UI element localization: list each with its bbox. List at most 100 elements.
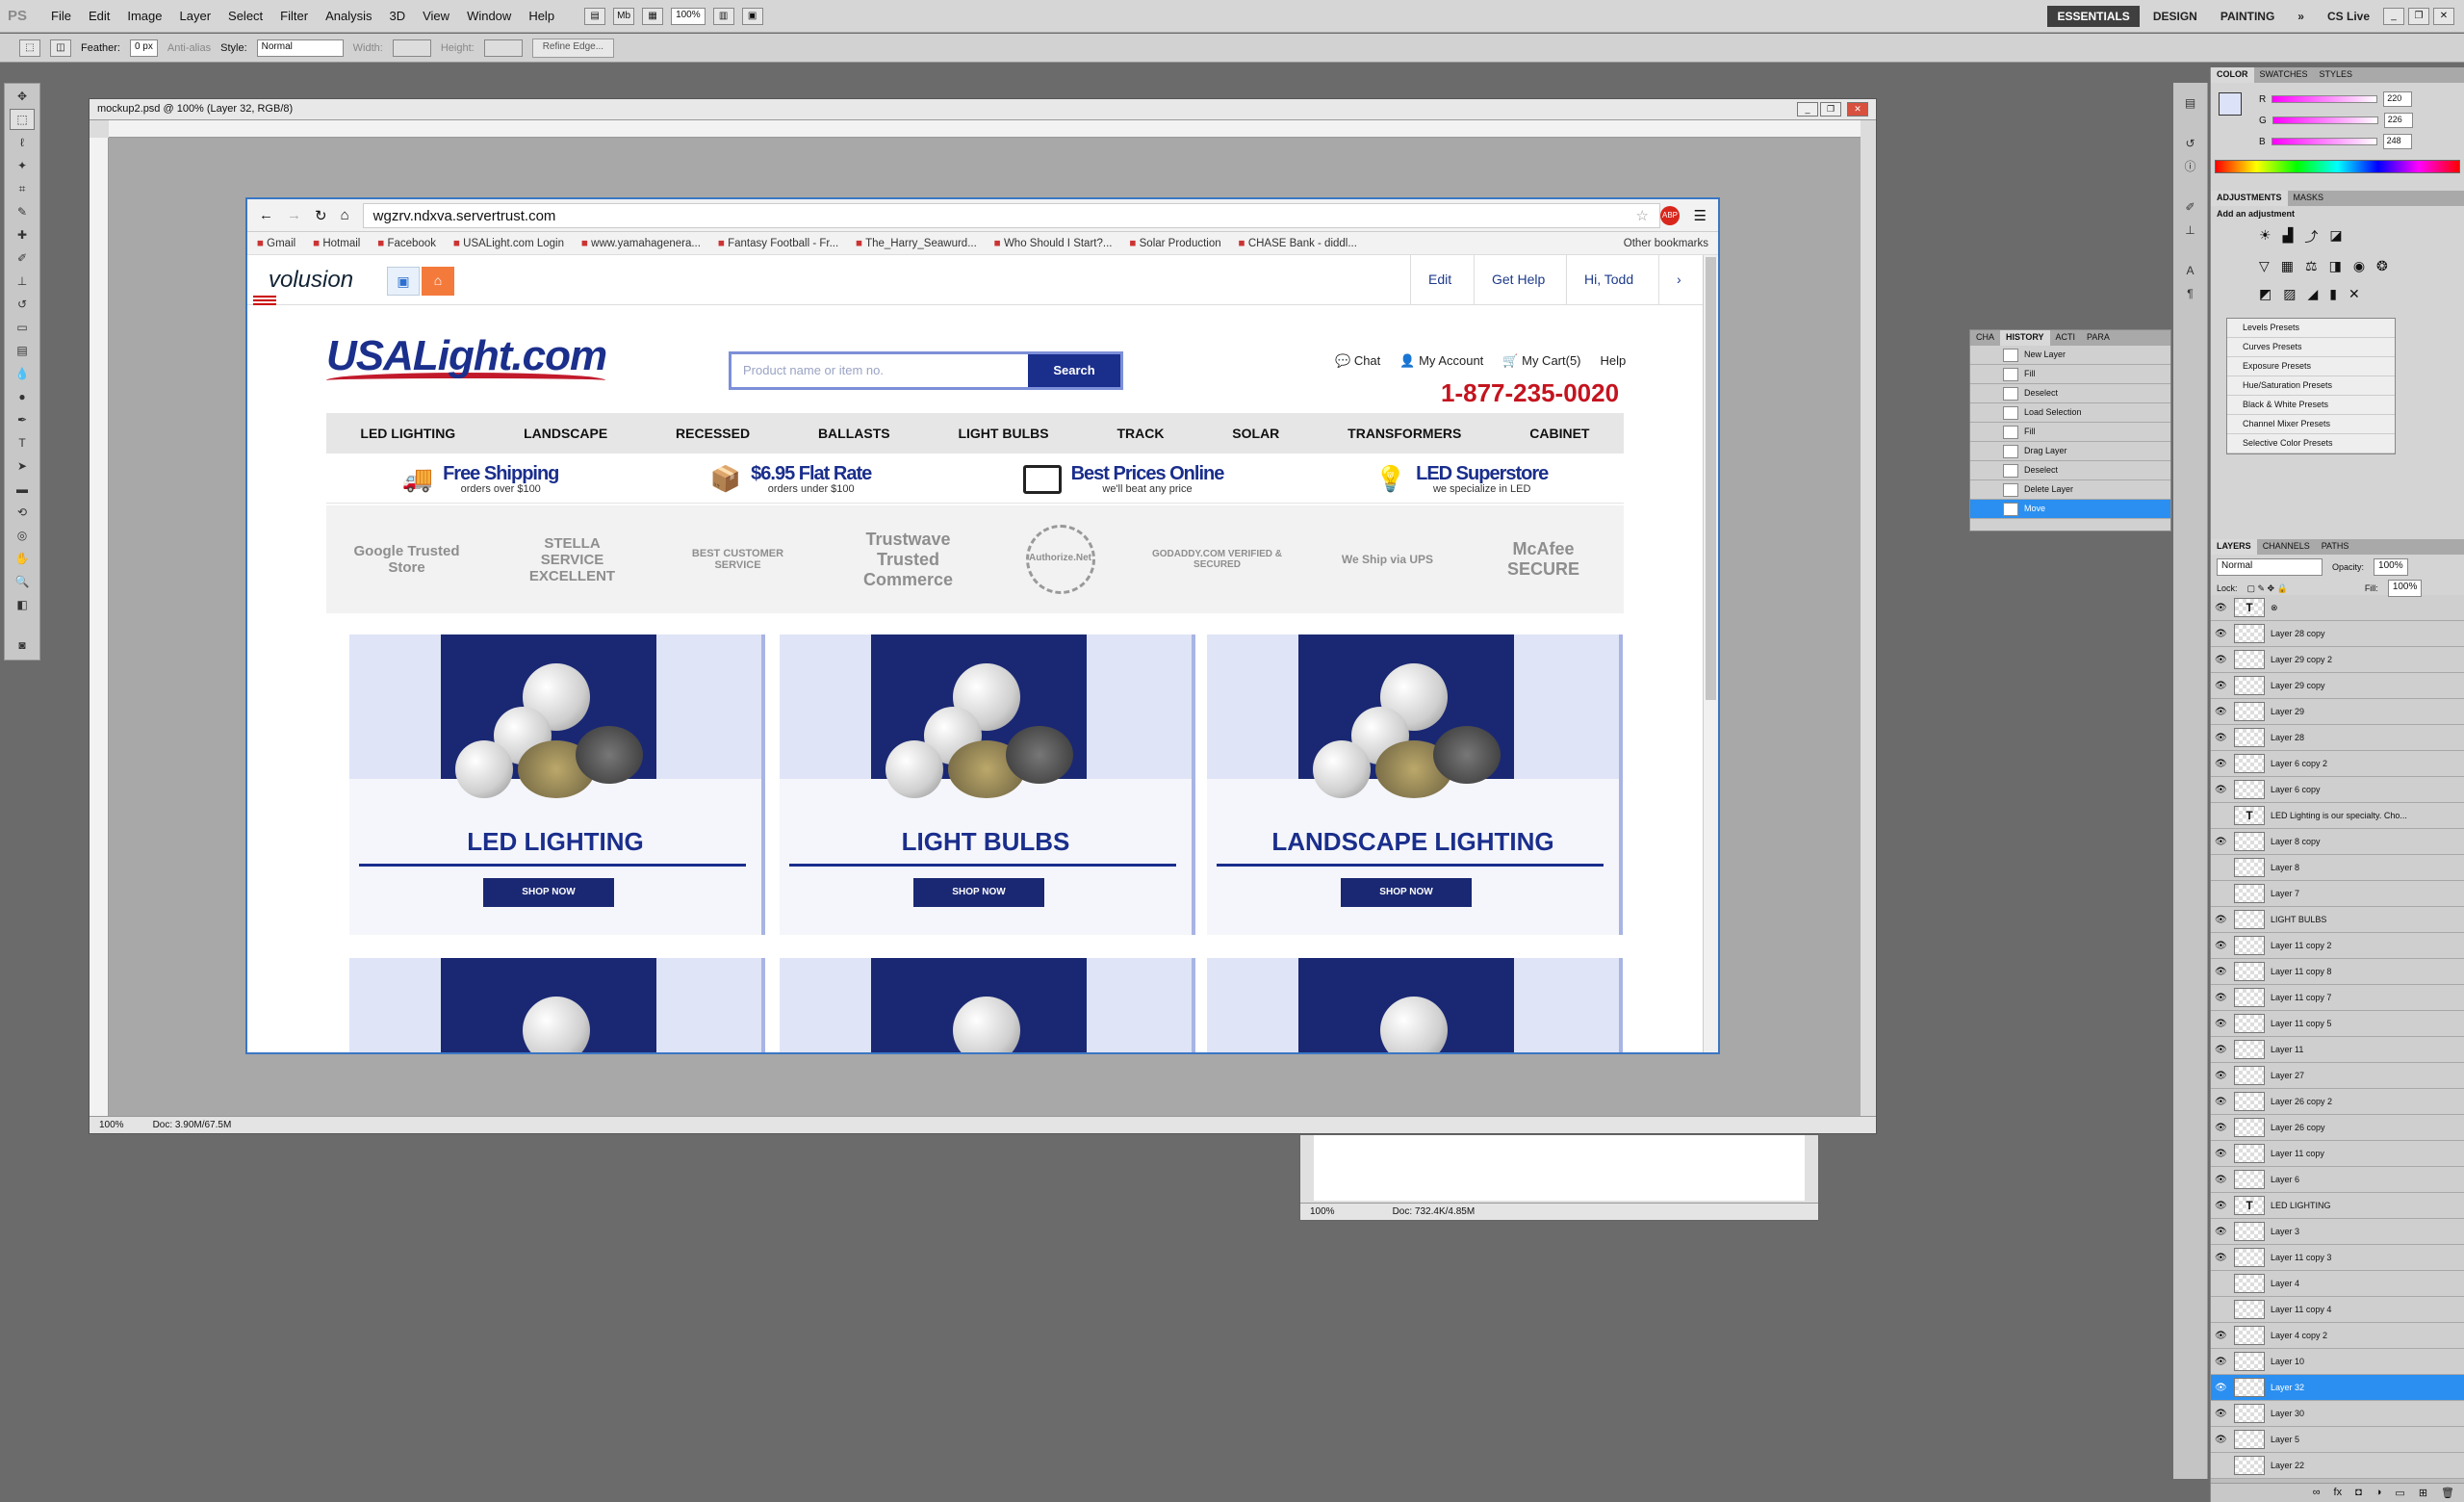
- eye-icon[interactable]: 👁: [2215, 1383, 2228, 1393]
- green-value[interactable]: 226: [2383, 113, 2413, 128]
- eye-icon[interactable]: 👁: [2215, 1123, 2228, 1133]
- layer-row[interactable]: 👁 Layer 27: [2211, 1063, 2464, 1089]
- restore-icon[interactable]: ❐: [2408, 8, 2429, 25]
- invert-icon[interactable]: ◩: [2259, 286, 2272, 302]
- eye-icon[interactable]: 👁: [2215, 785, 2228, 795]
- fill-input[interactable]: 100%: [2387, 580, 2423, 597]
- color-swatches-icon[interactable]: ◧: [10, 594, 35, 633]
- document-tab[interactable]: mockup2.psd @ 100% (Layer 32, RGB/8): [90, 99, 1876, 120]
- green-slider[interactable]: [2272, 117, 2378, 124]
- search-input[interactable]: Product name or item no.: [732, 354, 1028, 387]
- layer-row-selected[interactable]: 👁 Layer 32: [2211, 1375, 2464, 1401]
- layer-row[interactable]: 👁 Layer 11 copy 5: [2211, 1011, 2464, 1037]
- foreground-swatch[interactable]: [2219, 92, 2242, 116]
- photo-filter-icon[interactable]: ◉: [2353, 258, 2365, 274]
- levels-icon[interactable]: ▟: [2283, 227, 2294, 246]
- back-icon[interactable]: ←: [259, 207, 273, 223]
- history-step[interactable]: Deselect: [1970, 384, 2170, 403]
- bridge-icon[interactable]: ▤: [584, 7, 606, 25]
- tab-adjustments[interactable]: ADJUSTMENTS: [2211, 191, 2288, 206]
- star-icon[interactable]: ☆: [1636, 207, 1649, 224]
- mask-icon[interactable]: ◘: [2355, 1487, 2362, 1499]
- eye-icon[interactable]: 👁: [2215, 941, 2228, 951]
- gradient-tool-icon[interactable]: ▤: [10, 340, 35, 361]
- category-card-row2[interactable]: [1207, 958, 1623, 1052]
- history-step[interactable]: Drag Layer: [1970, 442, 2170, 461]
- selective-color-icon[interactable]: ✕: [2348, 286, 2360, 302]
- tab-character[interactable]: CHA: [1970, 330, 2000, 346]
- bookmark-item[interactable]: The_Harry_Seawurd...: [856, 238, 977, 249]
- workspace-painting[interactable]: PAINTING: [2211, 6, 2284, 27]
- layer-row[interactable]: 👁 Layer 11 copy: [2211, 1141, 2464, 1167]
- paragraph-icon[interactable]: ¶: [2178, 283, 2203, 304]
- nav-landscape[interactable]: LANDSCAPE: [524, 426, 607, 441]
- menu-window[interactable]: Window: [458, 9, 520, 23]
- type-tool-icon[interactable]: T: [10, 432, 35, 453]
- menu-help[interactable]: Help: [520, 9, 563, 23]
- workspace-essentials[interactable]: ESSENTIALS: [2047, 6, 2140, 27]
- character-icon[interactable]: A: [2178, 260, 2203, 281]
- screen-mode-icon[interactable]: ▣: [741, 7, 763, 25]
- eye-icon[interactable]: 👁: [2215, 655, 2228, 665]
- threshold-icon[interactable]: ◢: [2307, 286, 2318, 302]
- doc-close-icon[interactable]: ✕: [1847, 102, 1868, 117]
- phone-number[interactable]: 1-877-235-0020: [1441, 378, 1619, 408]
- tab-layers[interactable]: LAYERS: [2211, 539, 2257, 555]
- magic-wand-icon[interactable]: ✦: [10, 155, 35, 176]
- google-trusted-badge[interactable]: Google Trusted Store: [354, 543, 460, 576]
- eye-icon[interactable]: 👁: [2215, 733, 2228, 743]
- admin-view-icon[interactable]: ▣: [387, 267, 420, 296]
- lasso-tool-icon[interactable]: ℓ: [10, 132, 35, 153]
- tab-history[interactable]: HISTORY: [2000, 330, 2050, 346]
- layer-row[interactable]: 👁 Layer 29 copy: [2211, 673, 2464, 699]
- tab-styles[interactable]: STYLES: [2314, 67, 2359, 83]
- eye-icon[interactable]: 👁: [2215, 1045, 2228, 1055]
- move-tool-icon[interactable]: ✥: [10, 86, 35, 107]
- doc-restore-icon[interactable]: ❐: [1820, 102, 1841, 117]
- reload-icon[interactable]: ↻: [315, 207, 327, 224]
- layer-row[interactable]: 👁 Layer 6 copy 2: [2211, 751, 2464, 777]
- browser-scrollbar[interactable]: [1703, 255, 1718, 1052]
- layer-row[interactable]: 👁 Layer 26 copy 2: [2211, 1089, 2464, 1115]
- opacity-input[interactable]: 100%: [2374, 558, 2408, 576]
- fx-icon[interactable]: fx: [2334, 1487, 2343, 1499]
- layer-row[interactable]: 👁 Layer 11 copy 7: [2211, 985, 2464, 1011]
- layer-row[interactable]: 👁 T ⊗: [2211, 595, 2464, 621]
- volusion-chevron-icon[interactable]: ›: [1658, 255, 1699, 305]
- selection-mode-icon[interactable]: ◫: [50, 39, 71, 57]
- menu-3d[interactable]: 3D: [380, 9, 414, 23]
- tab-swatches[interactable]: SWATCHES: [2254, 67, 2314, 83]
- menu-file[interactable]: File: [42, 9, 80, 23]
- url-field[interactable]: wgzrv.ndxva.servertrust.com: [362, 202, 1660, 228]
- eye-icon[interactable]: 👁: [2215, 1201, 2228, 1211]
- layer-row[interactable]: 👁 Layer 5: [2211, 1427, 2464, 1453]
- red-slider[interactable]: [2272, 95, 2378, 103]
- color-spectrum[interactable]: [2215, 160, 2460, 173]
- eye-icon[interactable]: 👁: [2215, 629, 2228, 639]
- ruler-vertical[interactable]: [90, 138, 109, 1116]
- eyedropper-icon[interactable]: ✎: [10, 201, 35, 222]
- account-link[interactable]: 👤 My Account: [1399, 353, 1483, 369]
- menu-select[interactable]: Select: [219, 9, 271, 23]
- pen-tool-icon[interactable]: ✒: [10, 409, 35, 430]
- bookmark-item[interactable]: Solar Production: [1129, 238, 1221, 249]
- tab-paragraph[interactable]: PARA: [2081, 330, 2116, 346]
- nav-led-lighting[interactable]: LED LIGHTING: [360, 426, 455, 441]
- history-step[interactable]: Fill: [1970, 365, 2170, 384]
- blue-value[interactable]: 248: [2382, 134, 2412, 149]
- hue-icon[interactable]: ▦: [2281, 258, 2294, 274]
- marquee-tool-icon[interactable]: ⬚: [10, 109, 35, 130]
- shop-now-button[interactable]: SHOP NOW: [483, 878, 614, 907]
- tab-channels[interactable]: CHANNELS: [2257, 539, 2316, 555]
- menu-filter[interactable]: Filter: [271, 9, 317, 23]
- category-card-landscape[interactable]: LANDSCAPE LIGHTING SHOP NOW: [1207, 634, 1623, 935]
- eye-icon[interactable]: 👁: [2215, 915, 2228, 925]
- preset-item[interactable]: Curves Presets: [2227, 338, 2395, 357]
- more-workspaces-button[interactable]: »: [2288, 6, 2314, 27]
- layer-row[interactable]: 👁 Layer 29 copy 2: [2211, 647, 2464, 673]
- adjustment-layer-icon[interactable]: ◑: [2375, 1487, 2382, 1499]
- layer-row[interactable]: 👁 Layer 26 copy: [2211, 1115, 2464, 1141]
- link-icon[interactable]: ∞: [2313, 1487, 2321, 1499]
- cart-link[interactable]: 🛒 My Cart(5): [1502, 353, 1580, 369]
- customer-service-badge[interactable]: BEST CUSTOMER SERVICE: [685, 548, 791, 571]
